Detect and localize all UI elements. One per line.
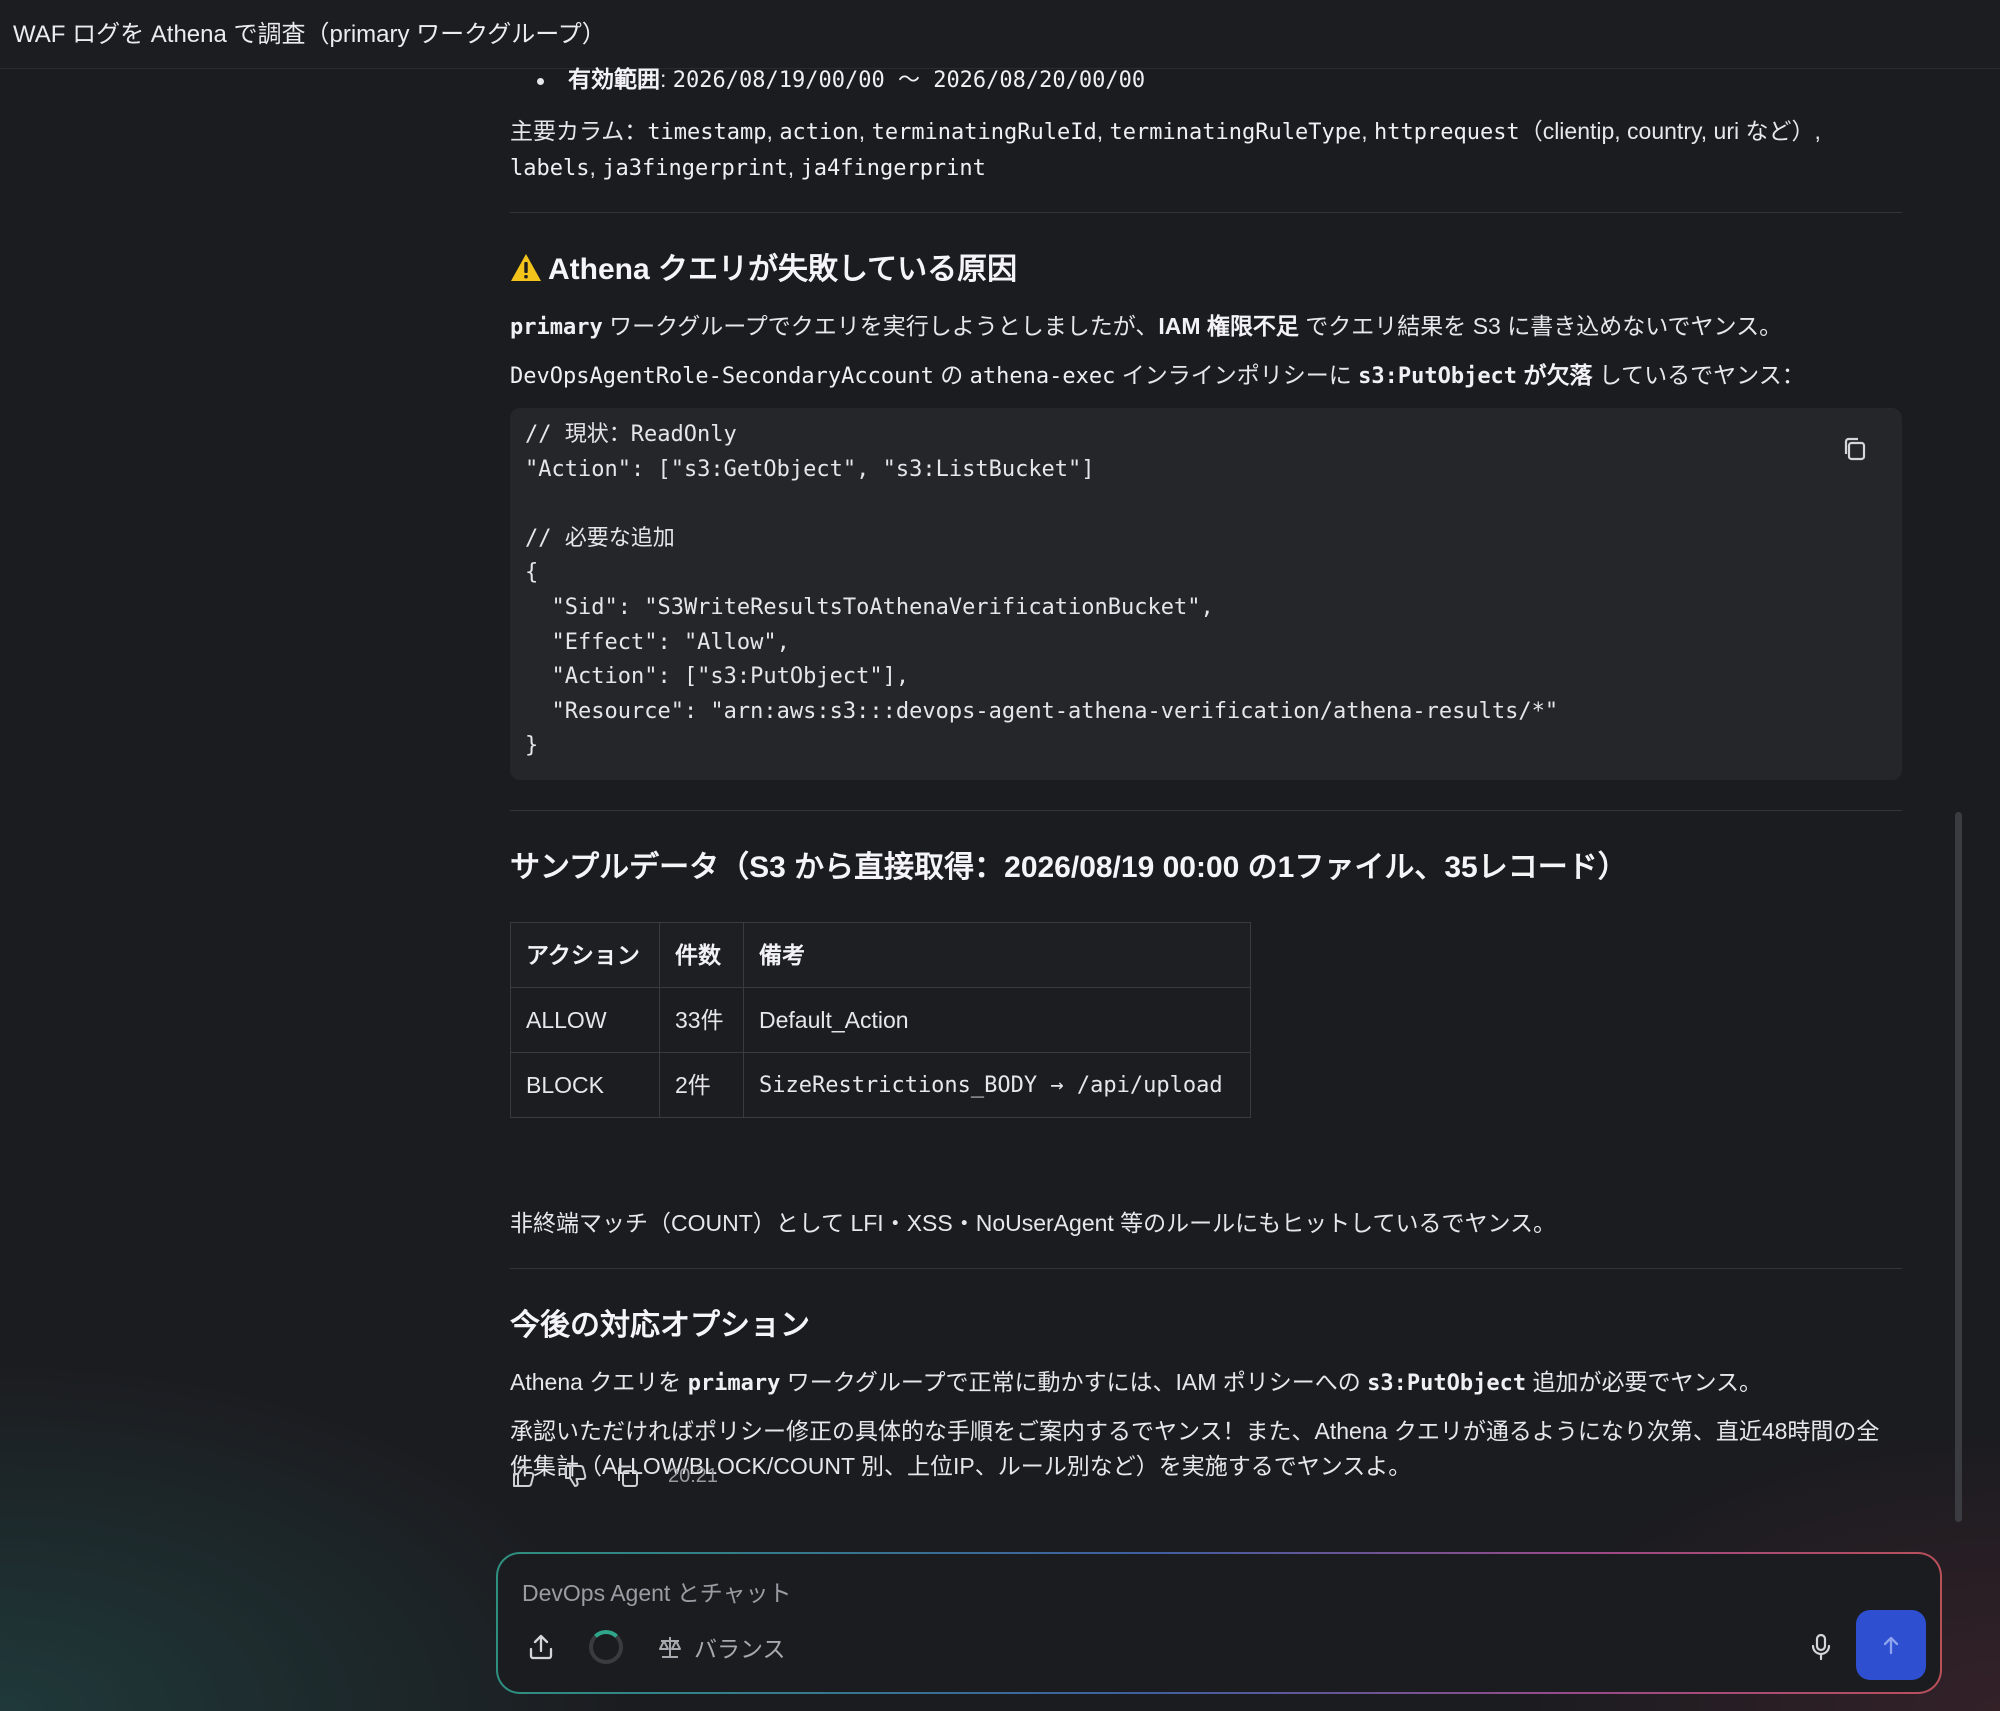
- scrollbar[interactable]: [1955, 812, 1962, 1522]
- bold-text: が欠落: [1517, 362, 1593, 388]
- inline-code: athena-exec: [969, 364, 1116, 389]
- table-header: アクション: [510, 922, 660, 988]
- cause-heading-text: Athena クエリが失敗している原因: [548, 253, 1018, 286]
- inline-code: primary: [510, 315, 603, 340]
- inline-code: DevOpsAgentRole-SecondaryAccount: [510, 364, 934, 389]
- cause-heading: Athena クエリが失敗している原因: [510, 252, 1017, 287]
- column-name: httprequest: [1373, 120, 1520, 145]
- copy-icon[interactable]: [1840, 434, 1870, 464]
- table-header: 備考: [743, 922, 1251, 988]
- thumbs-up-icon[interactable]: [510, 1462, 538, 1490]
- text-span: 追加が必要でヤンス。: [1526, 1369, 1763, 1395]
- column-name: labels: [510, 156, 590, 181]
- send-button[interactable]: [1856, 1610, 1926, 1680]
- code-content: // 現状：ReadOnly "Action": ["s3:GetObject"…: [525, 422, 1559, 759]
- column-name: action: [779, 120, 859, 145]
- table-cell: ALLOW: [510, 987, 660, 1053]
- column-note: （clientip, country, uri など）: [1519, 118, 1815, 144]
- table-cell: Default_Action: [743, 987, 1251, 1053]
- text-span: の: [933, 362, 970, 388]
- warning-icon: [511, 254, 541, 281]
- table-header: 件数: [659, 922, 744, 988]
- balance-scale-icon: [659, 1637, 681, 1658]
- sample-note: 非終端マッチ（COUNT）として LFI・XSS・NoUserAgent 等のル…: [510, 1210, 1557, 1236]
- text-span: Athena クエリを: [510, 1369, 688, 1395]
- chat-input-inner: バランス: [498, 1554, 1940, 1692]
- section-divider: [510, 1268, 1902, 1269]
- column-name: terminatingRuleId: [871, 120, 1097, 145]
- thumbs-down-icon[interactable]: [562, 1462, 590, 1490]
- sample-data-table: アクション 件数 備考 ALLOW 33件 Default_Action BLO…: [510, 922, 1251, 1118]
- loading-spinner-icon: [589, 1630, 623, 1664]
- chat-input[interactable]: [520, 1572, 1824, 1614]
- inline-code: s3:PutObject: [1358, 364, 1518, 389]
- title-bar: WAF ログを Athena で調査（primary ワークグループ）: [0, 0, 2000, 69]
- bold-text: IAM 権限不足: [1158, 313, 1299, 339]
- options-heading: 今後の対応オプション: [510, 1309, 810, 1342]
- options-paragraph-1: Athena クエリを primary ワークグループで正常に動かすには、IAM…: [510, 1365, 1902, 1401]
- upload-icon[interactable]: [526, 1632, 556, 1662]
- text-span: しているでヤンス：: [1592, 362, 1805, 388]
- text-span: ワークグループでクエリを実行しようとしましたが、: [602, 313, 1159, 339]
- columns-prefix: 主要カラム：: [510, 118, 648, 144]
- copy-icon[interactable]: [614, 1462, 642, 1490]
- cause-paragraph-2: DevOpsAgentRole-SecondaryAccount の athen…: [510, 358, 1902, 394]
- section-divider: [510, 212, 1902, 213]
- conversation-title: WAF ログを Athena で調査（primary ワークグループ）: [13, 21, 606, 48]
- table-cell: 33件: [659, 987, 744, 1053]
- options-paragraph-2: 承認いただければポリシー修正の具体的な手順をご案内するでヤンス！また、Athen…: [510, 1418, 1880, 1479]
- column-name: ja3fingerprint: [602, 156, 788, 181]
- microphone-icon[interactable]: [1806, 1632, 1836, 1662]
- column-name: ja4fingerprint: [800, 156, 986, 181]
- sample-heading: サンプルデータ（S3 から直接取得：2026/08/19 00:00 の1ファイ…: [510, 851, 1628, 884]
- chat-input-box: バランス: [496, 1552, 1942, 1694]
- cause-paragraph-1: primary ワークグループでクエリを実行しようとしましたが、IAM 権限不足…: [510, 309, 1902, 345]
- table-cell: 2件: [659, 1052, 744, 1118]
- table-header-row: アクション 件数 備考: [510, 922, 1251, 988]
- inline-code: primary: [687, 1371, 781, 1396]
- message-actions: 20:21: [510, 1458, 718, 1494]
- table-cell: SizeRestrictions_BODY → /api/upload: [743, 1052, 1251, 1118]
- validity-value: 2026/08/19/00/00 〜 2026/08/20/00/00: [672, 68, 1146, 93]
- table-row: BLOCK 2件 SizeRestrictions_BODY → /api/up…: [510, 1052, 1251, 1118]
- column-name: terminatingRuleType: [1109, 120, 1362, 145]
- text-span: ワークグループで正常に動かすには、IAM ポリシーへの: [780, 1369, 1368, 1395]
- table-row: ALLOW 33件 Default_Action: [510, 987, 1251, 1053]
- mode-label: バランス: [694, 1636, 786, 1662]
- column-name: timestamp: [647, 120, 767, 145]
- section-divider: [510, 810, 1902, 811]
- mode-selector-button[interactable]: バランス: [656, 1630, 786, 1664]
- validity-range-item: 有効範囲: 2026/08/19/00/00 〜 2026/08/20/00/0…: [510, 62, 1145, 98]
- columns-paragraph: 主要カラム：timestamp, action, terminatingRule…: [510, 118, 1821, 181]
- arrow-up-icon: [1883, 1636, 1899, 1655]
- code-block: // 現状：ReadOnly "Action": ["s3:GetObject"…: [510, 408, 1902, 780]
- validity-label: 有効範囲: [568, 66, 660, 92]
- table-cell: BLOCK: [510, 1052, 660, 1118]
- message-timestamp: 20:21: [668, 1464, 719, 1487]
- text-span: インラインポリシーに: [1115, 362, 1359, 388]
- inline-code: s3:PutObject: [1367, 1371, 1527, 1396]
- text-span: でクエリ結果を S3 に書き込めないでヤンス。: [1298, 313, 1783, 339]
